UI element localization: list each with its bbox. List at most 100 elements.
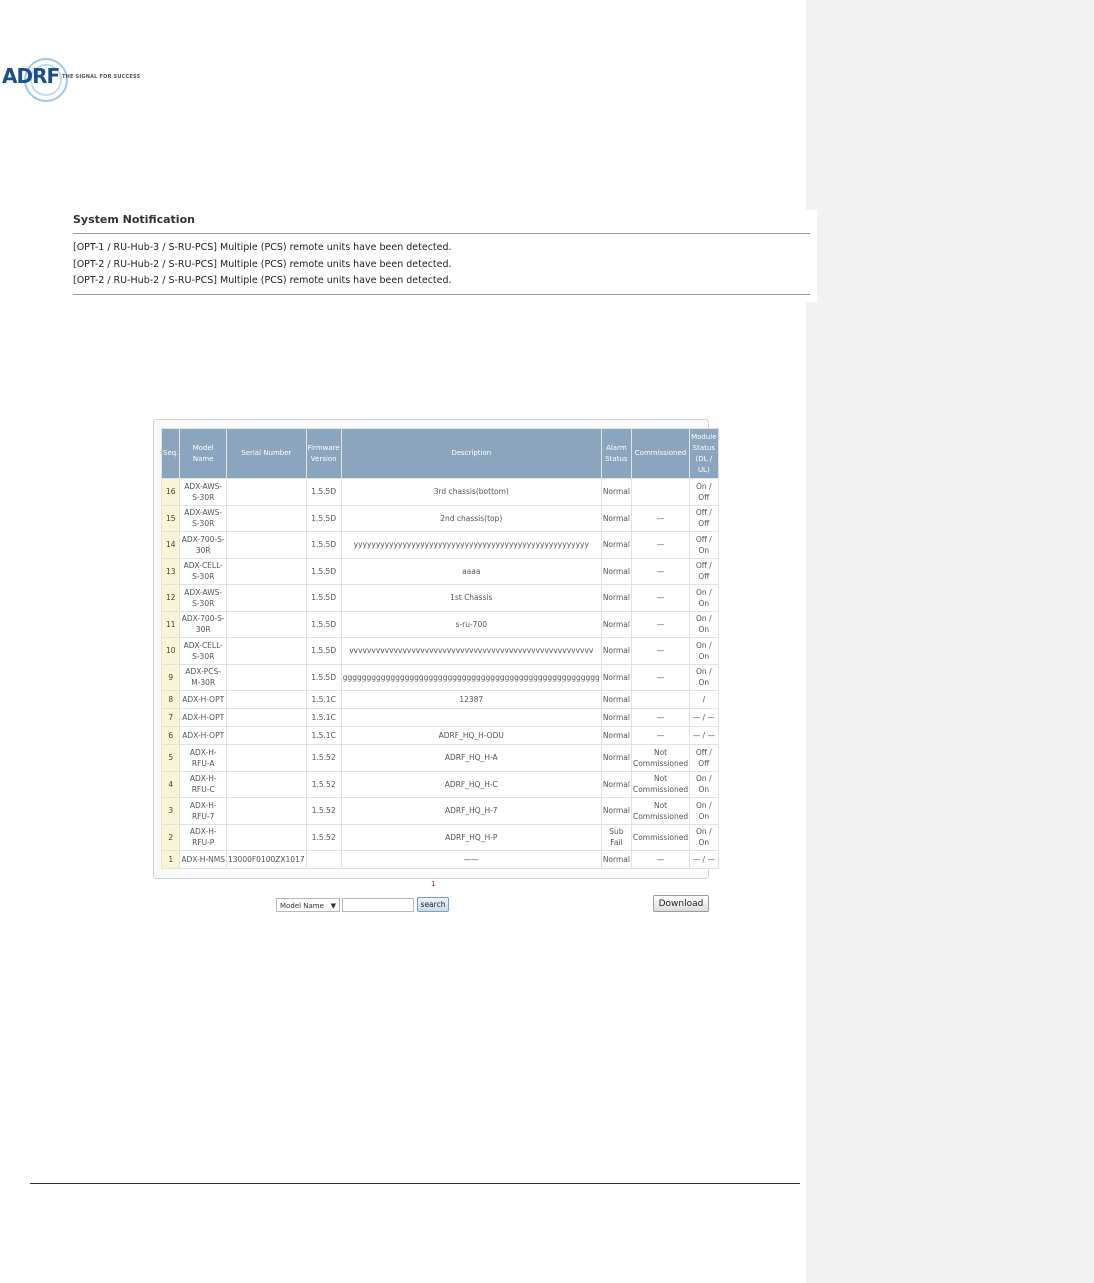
cell-commissioned <box>630 478 691 506</box>
table-row[interactable]: 1 ADX-H-NMS 13000F0100ZX1017 —— Normal — — / — <box>160 850 719 869</box>
table-row[interactable]: 11 ADX-700-S-30R 1.5.5D s-ru-700 Normal — On /… <box>160 610 719 638</box>
cell-description: 2nd chassis(top) <box>340 504 602 532</box>
logo-letters: ADRF <box>2 64 60 88</box>
cell-firmware: 1.5.5D <box>305 584 342 612</box>
cell-seq: 5 <box>160 744 181 772</box>
cell-model: ADX-700-S-30R <box>179 610 227 638</box>
cell-firmware: 1.5.5D <box>305 557 342 585</box>
cell-firmware: 1.5.5D <box>305 610 342 638</box>
cell-commissioned: — <box>630 663 691 691</box>
cell-description: ADRF_HQ_H-P <box>340 823 602 851</box>
cell-description: ADRF_HQ_H-7 <box>340 797 602 825</box>
cell-description: 1st Chassis <box>340 584 602 612</box>
cell-model: ADX-H-OPT <box>179 726 227 745</box>
cell-alarm: Normal <box>600 726 632 745</box>
col-header-description[interactable]: Description <box>340 428 602 479</box>
cell-serial <box>226 610 307 638</box>
cell-module: On / Off <box>689 478 719 506</box>
cell-alarm: Normal <box>600 744 632 772</box>
cell-firmware: 1.5.1C <box>305 708 342 727</box>
col-header-model[interactable]: Model Name <box>179 428 227 479</box>
table-row[interactable]: 3 ADX-H-RFU-7 1.5.52 ADRF_HQ_H-7 Normal Not C… <box>160 797 719 825</box>
cell-model: ADX-H-RFU-C <box>179 770 227 798</box>
col-header-firmware[interactable]: Firmware Version <box>305 428 342 479</box>
cell-alarm: Normal <box>600 584 632 612</box>
cell-description: 3rd chassis(bottom) <box>340 478 602 506</box>
cell-alarm: Normal <box>600 797 632 825</box>
page-number[interactable]: 1 <box>431 880 435 888</box>
col-header-module-status[interactable]: Module Status (DL / UL) <box>689 428 719 479</box>
table-row[interactable]: 13 ADX-CELL-S-30R 1.5.5D aaaa Normal — Off / O… <box>160 557 719 585</box>
table-row[interactable]: 12 ADX-AWS-S-30R 1.5.5D 1st Chassis Normal — O… <box>160 584 719 612</box>
col-header-alarm[interactable]: Alarm Status <box>600 428 632 479</box>
cell-description: vvvvvvvvvvvvvvvvvvvvvvvvvvvvvvvvvvvvvvvv… <box>340 637 602 665</box>
search-input[interactable] <box>342 898 414 912</box>
cell-module: On / On <box>689 823 719 851</box>
cell-seq: 9 <box>160 663 181 691</box>
table-row[interactable]: 7 ADX-H-OPT 1.5.1C Normal — — / — <box>160 708 719 727</box>
table-row[interactable]: 8 ADX-H-OPT 1.5.1C 12387 Normal / <box>160 690 719 709</box>
table-row[interactable]: 6 ADX-H-OPT 1.5.1C ADRF_HQ_H-ODU Normal — — / … <box>160 726 719 745</box>
cell-commissioned: Not Commissioned <box>630 770 691 798</box>
table-row[interactable]: 16 ADX-AWS-S-30R 1.5.5D 3rd chassis(bottom)… <box>160 478 719 506</box>
table-row[interactable]: 2 ADX-H-RFU-P 1.5.52 ADRF_HQ_H-P Sub Fail Com… <box>160 823 719 851</box>
cell-module: On / On <box>689 663 719 691</box>
cell-model: ADX-700-S-30R <box>179 531 227 559</box>
cell-firmware: 1.5.5D <box>305 637 342 665</box>
table-row[interactable]: 15 ADX-AWS-S-30R 1.5.5D 2nd chassis(top) Nor… <box>160 504 719 532</box>
cell-seq: 4 <box>160 770 181 798</box>
col-header-seq[interactable]: Seq. <box>160 428 181 479</box>
cell-description: —— <box>340 850 602 869</box>
cell-seq: 15 <box>160 504 181 532</box>
notification-divider-bottom <box>73 294 810 295</box>
cell-seq: 8 <box>160 690 181 709</box>
table-row[interactable]: 14 ADX-700-S-30R 1.5.5D yyyyyyyyyyyyyyyyyyy… <box>160 531 719 559</box>
cell-model: ADX-H-RFU-A <box>179 744 227 772</box>
notification-line: [OPT-1 / RU-Hub-3 / S-RU-PCS] Multiple (… <box>73 242 452 253</box>
cell-serial <box>226 797 307 825</box>
comment-margin <box>806 0 1094 1283</box>
document-page: ADRF The signal for success System Notif… <box>0 0 817 1283</box>
table-row[interactable]: 5 ADX-H-RFU-A 1.5.52 ADRF_HQ_H-A Normal Not C… <box>160 744 719 772</box>
cell-commissioned: — <box>630 584 691 612</box>
cell-seq: 16 <box>160 478 181 506</box>
notification-divider-top <box>73 233 810 234</box>
cell-module: — / — <box>689 850 719 869</box>
col-header-serial[interactable]: Serial Number <box>226 428 307 479</box>
cell-description: ADRF_HQ_H-A <box>340 744 602 772</box>
cell-module: On / On <box>689 797 719 825</box>
search-field-label: Model Name <box>280 902 324 910</box>
cell-description: ADRF_HQ_H-ODU <box>340 726 602 745</box>
cell-alarm: Normal <box>600 637 632 665</box>
table-row[interactable]: 9 ADX-PCS-M-30R 1.5.5D gggggggggggggggggggg… <box>160 663 719 691</box>
cell-module: Off / Off <box>689 744 719 772</box>
cell-model: ADX-H-NMS <box>179 850 227 869</box>
cell-module: / <box>689 690 719 709</box>
cell-serial <box>226 584 307 612</box>
cell-model: ADX-H-OPT <box>179 690 227 709</box>
search-field-select[interactable]: Model Name ▼ <box>276 898 340 912</box>
cell-commissioned: — <box>630 637 691 665</box>
notification-line: [OPT-2 / RU-Hub-2 / S-RU-PCS] Multiple (… <box>73 275 452 286</box>
search-button[interactable]: search <box>417 897 449 912</box>
cell-alarm: Normal <box>600 708 632 727</box>
cell-model: ADX-H-RFU-P <box>179 823 227 851</box>
download-button[interactable]: Download <box>653 895 709 912</box>
cell-module: On / On <box>689 610 719 638</box>
cell-alarm: Normal <box>600 850 632 869</box>
cell-seq: 14 <box>160 531 181 559</box>
cell-seq: 11 <box>160 610 181 638</box>
table-row[interactable]: 4 ADX-H-RFU-C 1.5.52 ADRF_HQ_H-C Normal Not C… <box>160 770 719 798</box>
table-row[interactable]: 10 ADX-CELL-S-30R 1.5.5D vvvvvvvvvvvvvvvvvv… <box>160 637 719 665</box>
cell-alarm: Normal <box>600 478 632 506</box>
inventory-panel: Seq. Model Name Serial Number Firmware V… <box>153 419 719 879</box>
cell-alarm: Normal <box>600 770 632 798</box>
cell-alarm: Normal <box>600 663 632 691</box>
cell-module: Off / On <box>689 531 719 559</box>
col-header-commissioned[interactable]: Commissioned <box>630 428 691 479</box>
cell-firmware: 1.5.1C <box>305 726 342 745</box>
cell-module: On / On <box>689 584 719 612</box>
cell-firmware <box>305 850 342 869</box>
cell-serial <box>226 663 307 691</box>
cell-description: ADRF_HQ_H-C <box>340 770 602 798</box>
